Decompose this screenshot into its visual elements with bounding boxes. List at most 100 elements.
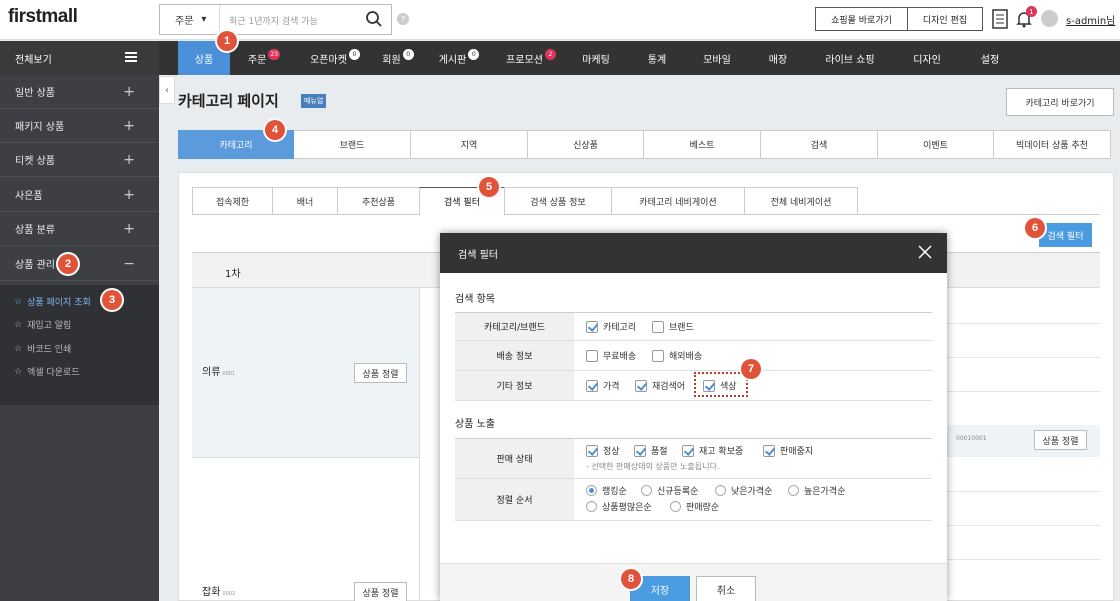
logo[interactable]: firstmall xyxy=(8,6,78,28)
checkbox-box xyxy=(763,444,775,457)
checkbox-box xyxy=(586,320,598,333)
radio-sort-newest[interactable]: 신규등록순 xyxy=(641,484,698,497)
tab-search[interactable]: 검색 xyxy=(761,130,878,159)
tab-brand[interactable]: 브랜드 xyxy=(294,130,411,159)
search-icon[interactable] xyxy=(365,10,383,28)
checkbox-status-normal[interactable]: 정상 xyxy=(586,444,620,457)
nav-item-member[interactable]: 회원 0 xyxy=(375,41,421,75)
sidebar-item-gift[interactable]: 사은품 + xyxy=(0,178,159,212)
nav-item-mobile[interactable]: 모바일 xyxy=(693,41,741,75)
design-edit-button[interactable]: 디자인 편집 xyxy=(907,7,983,31)
step-marker: 5 xyxy=(479,177,499,197)
nav-item-live[interactable]: 라이브 쇼핑 xyxy=(815,41,885,75)
sidebar-item-manage[interactable]: 상품 관리 − xyxy=(0,247,159,281)
document-icon[interactable] xyxy=(992,9,1008,29)
checkbox-research-keyword[interactable]: 재검색어 xyxy=(635,379,685,392)
star-icon: ☆ xyxy=(14,343,23,354)
dialog-header: 검색 필터 xyxy=(440,233,947,273)
chevron-down-icon: ▾ xyxy=(201,14,207,25)
sidebar-item-ticket[interactable]: 티켓 상품 + xyxy=(0,143,159,177)
subtab-banner[interactable]: 배너 xyxy=(272,187,338,215)
sidebar-submenu: ☆ 상품 페이지 조회 ☆ 재입고 알림 ☆ 바코드 인쇄 ☆ 엑셀 다운로드 xyxy=(0,285,159,405)
search-filter-button[interactable]: 검색 필터 xyxy=(1039,223,1092,247)
search-input[interactable]: 최근 1년까지 검색 가능 xyxy=(229,14,318,27)
sidebar-item-category[interactable]: 상품 분류 + xyxy=(0,212,159,246)
subtab-search-info[interactable]: 검색 상품 정보 xyxy=(504,187,612,215)
sort-products-button[interactable]: 상품 정렬 xyxy=(1034,430,1087,450)
category-goto-button[interactable]: 카테고리 바로가기 xyxy=(1006,88,1114,116)
sidebar-sub-restock[interactable]: ☆ 재입고 알림 xyxy=(14,318,71,332)
plus-icon: + xyxy=(123,84,135,100)
subtab-all-nav[interactable]: 전체 네비게이션 xyxy=(744,187,858,215)
close-icon[interactable] xyxy=(918,245,932,259)
page-title: 카테고리 페이지 xyxy=(178,93,279,110)
checkbox-free-shipping[interactable]: 무료배송 xyxy=(586,349,636,362)
nav-item-marketing[interactable]: 마케팅 xyxy=(572,41,620,75)
nav-badge: 2 xyxy=(544,48,556,60)
checkbox-brand[interactable]: 브랜드 xyxy=(652,320,694,333)
sidebar-item-general[interactable]: 일반 상품 + xyxy=(0,75,159,109)
checkbox-overseas-shipping[interactable]: 해외배송 xyxy=(652,349,702,362)
sidebar-sub-page-view[interactable]: ☆ 상품 페이지 조회 xyxy=(14,295,91,309)
sidebar-item-package[interactable]: 패키지 상품 + xyxy=(0,109,159,143)
row-label: 정렬 순서 xyxy=(455,479,574,521)
column-header-1st: 1차 xyxy=(225,269,241,280)
sort-products-button[interactable]: 상품 정렬 xyxy=(354,363,407,383)
row-divider xyxy=(946,559,1100,560)
step-marker: 6 xyxy=(1025,218,1045,238)
subtab-category-nav[interactable]: 카테고리 네비게이션 xyxy=(611,187,745,215)
sort-products-button[interactable]: 상품 정렬 xyxy=(354,582,407,601)
cancel-button[interactable]: 취소 xyxy=(696,576,756,601)
nav-item-order[interactable]: 주문 23 xyxy=(236,41,292,75)
step-marker: 3 xyxy=(102,290,122,310)
radio-sort-reviews[interactable]: 상품평많은순 xyxy=(586,500,652,513)
nav-item-board[interactable]: 게시판 0 xyxy=(430,41,488,75)
tab-event[interactable]: 이벤트 xyxy=(878,130,994,159)
nav-item-stats[interactable]: 통계 xyxy=(637,41,677,75)
sidebar-sub-excel[interactable]: ☆ 엑셀 다운로드 xyxy=(14,365,80,379)
step-marker: 4 xyxy=(265,120,285,140)
tab-best[interactable]: 베스트 xyxy=(644,130,761,159)
manual-badge[interactable]: 매뉴얼 xyxy=(301,94,327,108)
row-label: 배송 정보 xyxy=(455,341,574,371)
radio-sort-high-price[interactable]: 높은가격순 xyxy=(788,484,845,497)
user-name[interactable]: s-admin님 xyxy=(1066,12,1115,27)
all-menu-button[interactable]: 전체보기 xyxy=(0,41,159,75)
subtab-recommend[interactable]: 추천상품 xyxy=(337,187,420,215)
table-row: 잡화 0002 상품 정렬 xyxy=(192,458,420,601)
radio-sort-low-price[interactable]: 낮은가격순 xyxy=(715,484,772,497)
status-note: - 선택한 판매상태의 상품만 노출됩니다. xyxy=(586,462,720,471)
avatar[interactable] xyxy=(1041,10,1058,27)
subtab-access[interactable]: 접속제한 xyxy=(192,187,273,215)
tab-new[interactable]: 신상품 xyxy=(528,130,644,159)
sidebar-sub-barcode[interactable]: ☆ 바코드 인쇄 xyxy=(14,342,71,356)
plus-icon: + xyxy=(123,221,135,237)
row-value: 정상 품절 재고 확보중 판매중지 - 선택한 판매상태의 상품만 노출됩니다. xyxy=(574,439,932,479)
collapse-sidebar-button[interactable]: ‹ xyxy=(159,76,175,104)
tab-region[interactable]: 지역 xyxy=(411,130,528,159)
search-type-select[interactable]: 주문 ▾ xyxy=(160,5,220,34)
help-icon[interactable]: ? xyxy=(397,13,409,25)
tab-bigdata[interactable]: 빅데이터 상품 추천 xyxy=(994,130,1111,159)
hamburger-icon xyxy=(125,52,137,62)
alert-count-badge: 1 xyxy=(1026,6,1037,17)
radio-sort-ranking[interactable]: 랭킹순 xyxy=(586,484,627,497)
row-value: 카테고리 브랜드 xyxy=(574,313,932,341)
checkbox-status-restocking[interactable]: 재고 확보중 xyxy=(682,444,743,457)
checkbox-box xyxy=(652,320,664,333)
nav-item-design[interactable]: 디자인 xyxy=(903,41,951,75)
nav-item-openmarket[interactable]: 오픈마켓 0 xyxy=(300,41,370,75)
nav-item-promotion[interactable]: 프로모션 2 xyxy=(497,41,565,75)
checkbox-status-stopped[interactable]: 판매중지 xyxy=(763,444,813,457)
radio-circle xyxy=(788,485,799,496)
nav-badge: 0 xyxy=(402,48,414,60)
checkbox-category[interactable]: 카테고리 xyxy=(586,320,636,333)
checkbox-price[interactable]: 가격 xyxy=(586,379,620,392)
radio-sort-sales[interactable]: 판매량순 xyxy=(670,500,719,513)
checkbox-box xyxy=(682,444,694,457)
nav-item-settings[interactable]: 설정 xyxy=(970,41,1010,75)
nav-item-store[interactable]: 매장 xyxy=(758,41,798,75)
nav-badge: 0 xyxy=(348,48,360,60)
checkbox-status-soldout[interactable]: 품절 xyxy=(634,444,668,457)
shop-link-button[interactable]: 쇼핑몰 바로가기 xyxy=(815,7,908,31)
